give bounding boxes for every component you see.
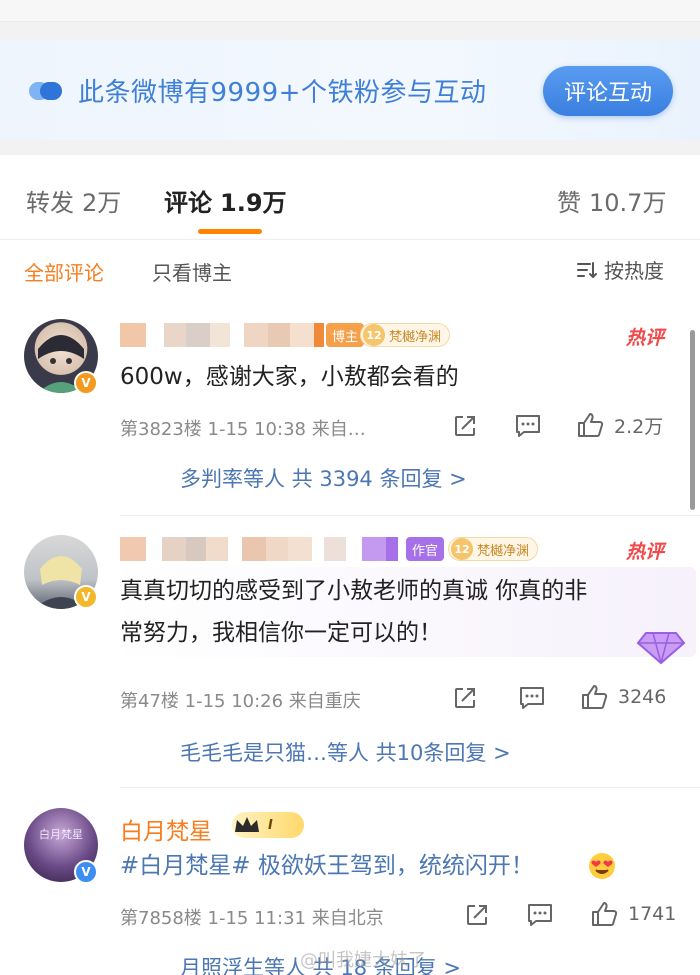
fan-interaction-icon — [29, 82, 62, 100]
sort-by-heat-button[interactable]: 按热度 — [576, 255, 664, 284]
share-button[interactable] — [464, 902, 490, 928]
sort-icon — [577, 261, 597, 278]
fan-group-badge: 12 梵樾净渊 — [360, 323, 451, 347]
crown-icon — [235, 817, 259, 832]
verified-badge: V — [74, 860, 98, 884]
comment-meta: 第47楼 1-15 10:26 来自重庆 — [120, 691, 361, 712]
blurred-username[interactable] — [120, 537, 398, 561]
share-icon — [455, 416, 475, 436]
thumbs-up-icon — [578, 413, 604, 437]
reply-summary-link[interactable]: 毛毛毛是只猫…等人 共10条回复 > — [120, 725, 676, 779]
share-button[interactable] — [452, 685, 478, 711]
thumbs-up-icon — [592, 902, 618, 926]
comment-meta: 第7858楼 1-15 11:31 来自北京 — [120, 908, 384, 929]
avatar-text: 白月梵星 — [39, 828, 83, 841]
tab-like-label: 赞 — [557, 189, 581, 217]
scrollbar[interactable] — [690, 330, 695, 510]
comment-meta: 第3823楼 1-15 10:38 来自… — [120, 419, 366, 440]
fan-group-badge: 12 梵樾净渊 — [448, 537, 539, 561]
comment-icon — [528, 904, 552, 926]
host-tag: 博主 — [326, 323, 365, 347]
hot-comment-tag: 热评 — [626, 541, 665, 563]
reply-button[interactable] — [526, 902, 554, 928]
username[interactable]: 白月梵星 — [120, 812, 212, 846]
tab-like-count: 10.7万 — [589, 189, 667, 217]
like-count: 1741 — [628, 903, 677, 925]
fan-group-name: 梵樾净渊 — [389, 329, 442, 345]
heart-eyes-emoji-icon — [589, 853, 615, 879]
top-divider — [0, 0, 700, 22]
like-count: 2.2万 — [614, 415, 664, 438]
comment-text-line-2: 常努力，我相信你一定可以的！ — [120, 620, 442, 646]
diamond-badge-icon — [636, 632, 686, 665]
blurred-username[interactable] — [120, 323, 324, 347]
comment-icon — [520, 687, 544, 709]
hot-comment-tag: 热评 — [626, 327, 665, 349]
comment-divider — [120, 515, 700, 516]
like-button[interactable]: 3246 — [580, 683, 666, 711]
topic-text: #白月梵星# 极欲妖王驾到，统统闪开！ — [120, 853, 534, 879]
sort-label: 按热度 — [604, 259, 664, 283]
comment-icon — [516, 415, 540, 437]
fan-level-number: 12 — [363, 324, 385, 346]
tab-repost[interactable]: 转发 2万 — [26, 183, 121, 218]
watermark: @叫我婕大妹了 — [300, 950, 426, 971]
share-icon — [467, 905, 487, 925]
comment-item: V 博主 12 梵樾净渊 热评 600w，感谢大家，小敖都会看的 第3823楼 … — [0, 301, 700, 525]
comment-filter-bar: 全部评论 只看博主 按热度 — [0, 241, 700, 301]
share-icon — [455, 688, 475, 708]
like-count: 3246 — [618, 686, 667, 708]
verified-badge: V — [74, 371, 98, 395]
like-button[interactable]: 2.2万 — [576, 411, 663, 439]
role-tag: 作官 — [406, 537, 445, 561]
tab-like[interactable]: 赞 10.7万 — [557, 183, 666, 218]
comment-interact-button[interactable]: 评论互动 — [543, 66, 673, 116]
tab-comment[interactable]: 评论 1.9万 — [164, 183, 287, 218]
tab-repost-count: 2万 — [82, 189, 122, 217]
fan-group-name: 梵樾净渊 — [477, 543, 530, 559]
stats-tabs: 转发 2万 评论 1.9万 赞 10.7万 — [0, 155, 700, 240]
comment-divider — [120, 787, 700, 788]
comment-item: V 作官 12 梵樾净渊 热评 真真切切的感受到了小敖老师的真诚 你真的非 常努… — [0, 525, 700, 790]
fan-level-number: 12 — [451, 538, 473, 560]
verified-badge: V — [74, 585, 98, 609]
active-tab-indicator — [198, 229, 262, 234]
reply-summary-link[interactable]: 多判率等人 共 3394 条回复 > — [120, 451, 676, 505]
member-level: I — [268, 817, 273, 833]
reply-button[interactable] — [514, 413, 542, 439]
reply-button[interactable] — [518, 685, 546, 711]
tab-comment-label: 评论 — [164, 189, 212, 217]
member-badge: I — [232, 812, 304, 838]
comment-text-line-1: 真真切切的感受到了小敖老师的真诚 你真的非 — [120, 578, 588, 604]
share-button[interactable] — [452, 413, 478, 439]
thumbs-up-icon — [582, 685, 608, 709]
comment-text: 600w，感谢大家，小敖都会看的 — [120, 364, 459, 390]
tab-comment-count: 1.9万 — [220, 189, 287, 217]
like-button[interactable]: 1741 — [590, 900, 676, 928]
filter-all-comments[interactable]: 全部评论 — [24, 257, 104, 286]
tab-repost-label: 转发 — [26, 189, 74, 217]
fan-interaction-text: 此条微博有9999+个铁粉参与互动 — [78, 78, 487, 108]
comment-text: #白月梵星# 极欲妖王驾到，统统闪开！ — [120, 846, 534, 886]
filter-host-only[interactable]: 只看博主 — [152, 257, 232, 286]
